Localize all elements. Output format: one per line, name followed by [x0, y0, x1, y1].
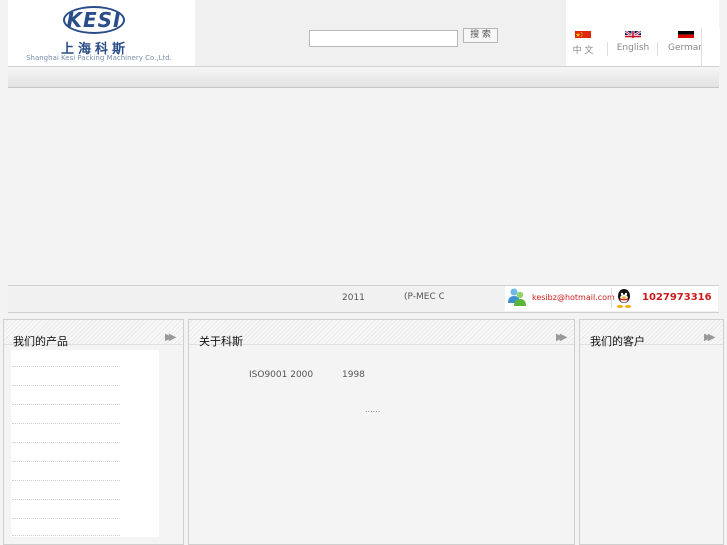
list-item[interactable]: [12, 442, 120, 444]
list-item[interactable]: [12, 461, 120, 463]
search-button[interactable]: 搜 索: [463, 28, 498, 43]
list-item[interactable]: [12, 404, 120, 406]
info-company-text: (P-MEC C: [404, 292, 444, 302]
info-year: 2011: [342, 293, 365, 303]
list-item[interactable]: [12, 480, 120, 482]
germany-flag-icon[interactable]: [678, 27, 694, 38]
about-more-link[interactable]: ......: [365, 405, 380, 414]
logo-mark: KESI: [66, 8, 122, 32]
china-flag-icon[interactable]: [575, 27, 591, 38]
about-panel-title[interactable]: 关于科斯: [199, 333, 243, 349]
contact-qq-number[interactable]: 1027973316: [642, 292, 712, 303]
contact-separator: [611, 288, 612, 308]
list-item[interactable]: [12, 423, 120, 425]
clients-panel: [579, 319, 724, 545]
search-input[interactable]: [309, 30, 458, 47]
about-panel: [188, 319, 575, 545]
navigation-bar: [8, 67, 719, 88]
language-separator: [657, 42, 658, 56]
list-item[interactable]: [12, 366, 120, 368]
about-iso-text: ISO9001 2000: [249, 370, 314, 380]
products-panel-title[interactable]: 我们的产品: [13, 333, 68, 349]
uk-flag-icon[interactable]: [625, 27, 641, 38]
list-item[interactable]: [12, 499, 120, 501]
about-panel-header: [189, 320, 574, 345]
list-item[interactable]: [12, 518, 120, 520]
list-item[interactable]: [12, 535, 120, 537]
double-arrow-icon[interactable]: ▶▶: [556, 332, 568, 343]
double-arrow-icon[interactable]: ▶▶: [704, 332, 716, 343]
language-english[interactable]: English: [608, 43, 658, 53]
contact-email[interactable]: kesibz@hotmail.com: [532, 293, 615, 302]
qq-icon[interactable]: [615, 288, 633, 309]
double-arrow-icon[interactable]: ▶▶: [165, 332, 177, 343]
logo-name-en: Shanghai Kesi Packing Machinery Co.,Ltd.: [26, 54, 172, 62]
clients-panel-title[interactable]: 我们的客户: [590, 333, 645, 349]
banner-area: [8, 88, 719, 284]
list-item[interactable]: [12, 385, 120, 387]
language-chinese[interactable]: 中 文: [558, 43, 608, 56]
about-year-text: 1998: [342, 370, 365, 380]
header-edge-bar: [701, 28, 720, 66]
msn-icon[interactable]: [507, 287, 527, 308]
